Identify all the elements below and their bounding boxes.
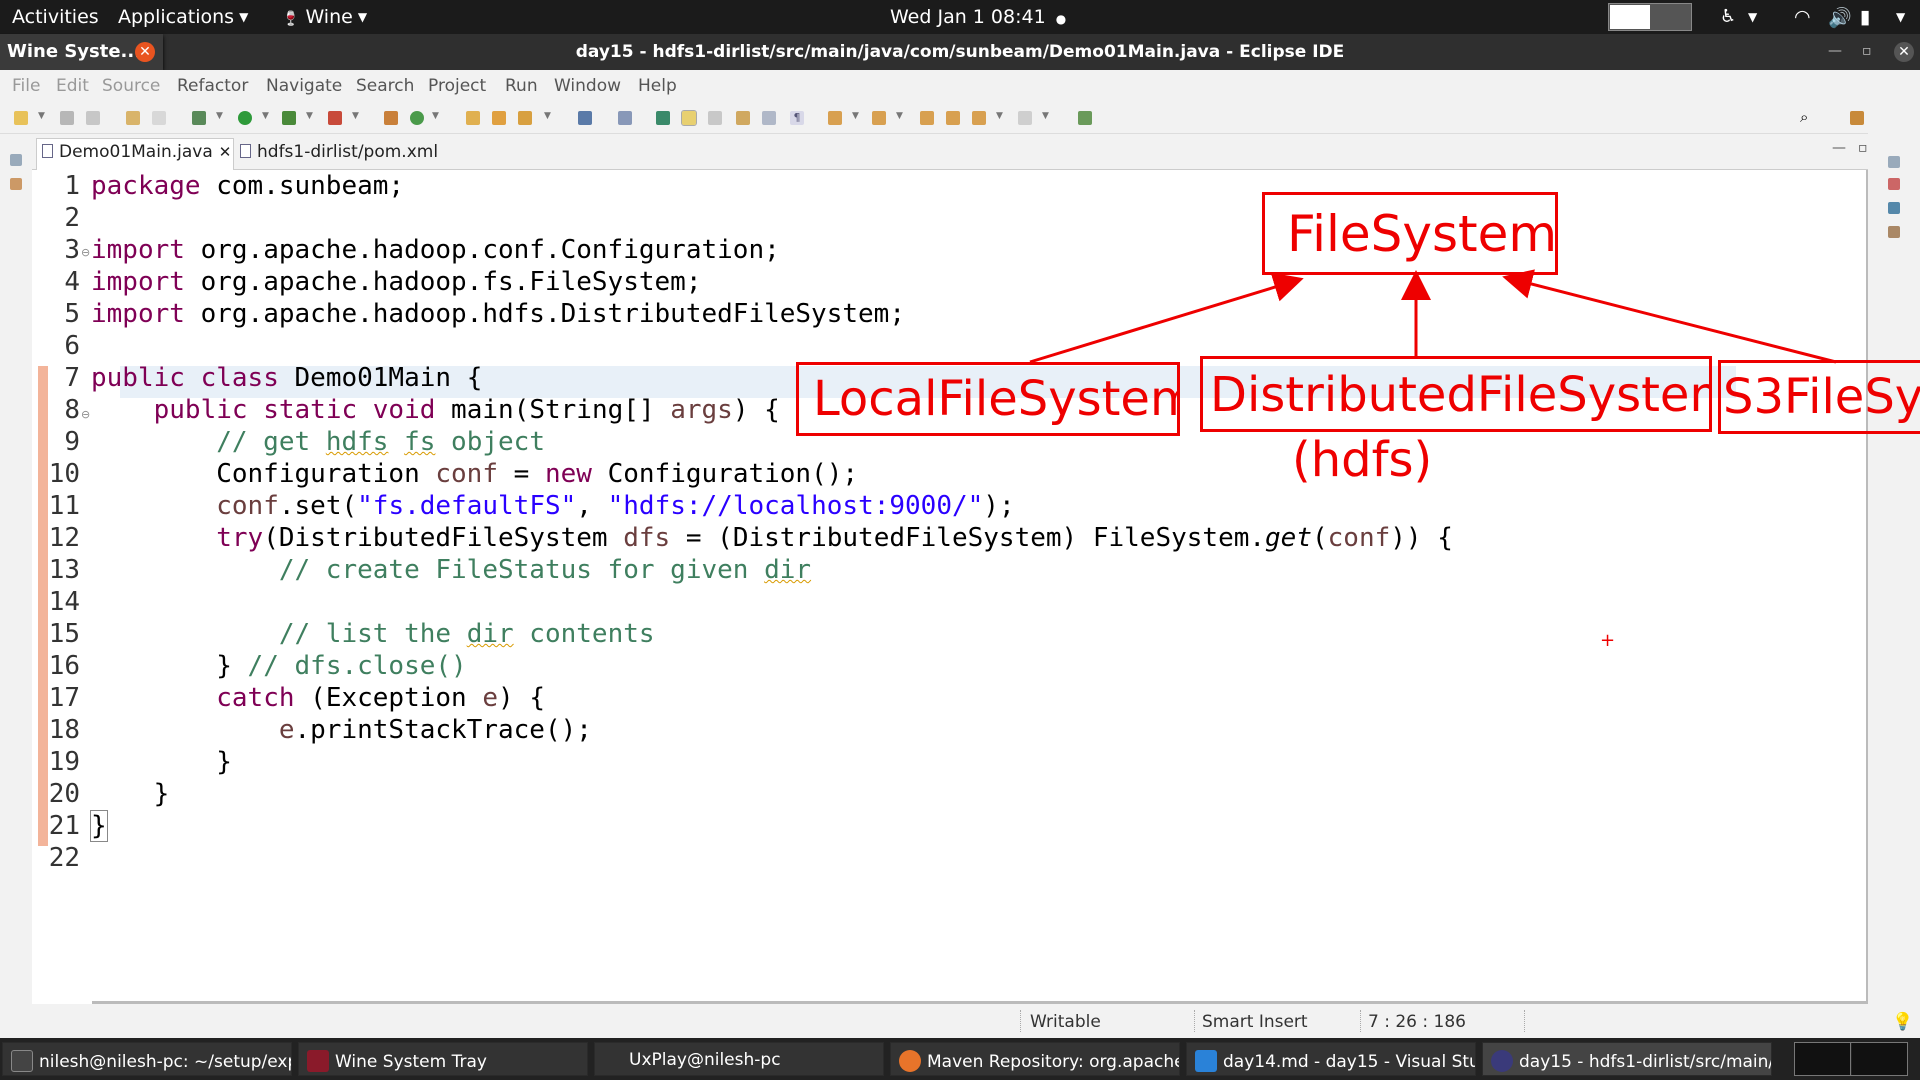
- arrow-s3-to-filesystem: [1502, 269, 1837, 364]
- task-eclipse[interactable]: day15 - hdfs1-dirlist/src/main/ja...: [1482, 1042, 1772, 1076]
- local-filesystem-box: LocalFileSystem: [796, 362, 1180, 436]
- task-terminal-label: nilesh@nilesh-pc: ~/setup/expl...: [39, 1052, 292, 1072]
- task-eclipse-label: day15 - hdfs1-dirlist/src/main/ja...: [1519, 1052, 1771, 1072]
- task-vscode-label: day14.md - day15 - Visual Studi...: [1223, 1052, 1475, 1072]
- status-separator: [1020, 1010, 1021, 1032]
- status-bar: Writable Smart Insert 7 : 26 : 186 💡: [0, 1004, 1920, 1038]
- vscode-icon: [1195, 1050, 1217, 1072]
- workspace-1[interactable]: [1795, 1043, 1851, 1075]
- task-firefox[interactable]: Maven Repository: org.apache....: [890, 1042, 1180, 1076]
- firefox-icon: [899, 1050, 921, 1072]
- status-separator: [1360, 1010, 1361, 1032]
- filesystem-label: FileSystem: [1287, 205, 1558, 263]
- terminal-icon: [11, 1050, 33, 1072]
- distributed-filesystem-box: DistributedFileSystem: [1200, 356, 1712, 432]
- filesystem-label-box: FileSystem: [1262, 192, 1558, 275]
- distributed-filesystem-label: DistributedFileSystem: [1210, 367, 1712, 423]
- status-insert-mode[interactable]: Smart Insert: [1202, 1012, 1308, 1032]
- wine-glass-icon: [307, 1050, 329, 1072]
- status-cursor-position: 7 : 26 : 186: [1368, 1012, 1466, 1032]
- lightbulb-icon[interactable]: 💡: [1892, 1012, 1913, 1032]
- arrow-local-to-filesystem: [1029, 272, 1304, 364]
- workspace-2[interactable]: [1852, 1043, 1907, 1075]
- status-separator: [1524, 1010, 1525, 1032]
- taskbar: nilesh@nilesh-pc: ~/setup/expl... Wine S…: [0, 1038, 1920, 1080]
- status-separator: [1194, 1010, 1195, 1032]
- task-wine-label: Wine System Tray: [335, 1052, 487, 1072]
- task-uxplay[interactable]: UxPlay@nilesh-pc: [594, 1042, 884, 1076]
- local-filesystem-label: LocalFileSystem: [813, 371, 1180, 427]
- s3-filesystem-label: S3FileSystem: [1723, 369, 1920, 425]
- task-uxplay-label: UxPlay@nilesh-pc: [629, 1050, 781, 1070]
- s3-filesystem-box: S3FileSystem: [1718, 360, 1920, 434]
- annotation-arrows: [1029, 269, 1837, 364]
- hdfs-note: (hdfs): [1292, 432, 1433, 488]
- status-writable: Writable: [1030, 1012, 1101, 1032]
- workspace-pager[interactable]: [1794, 1042, 1908, 1076]
- task-vscode[interactable]: day14.md - day15 - Visual Studi...: [1186, 1042, 1476, 1076]
- task-firefox-label: Maven Repository: org.apache....: [927, 1052, 1180, 1072]
- task-terminal[interactable]: nilesh@nilesh-pc: ~/setup/expl...: [2, 1042, 292, 1076]
- task-wine-tray[interactable]: Wine System Tray: [298, 1042, 588, 1076]
- eclipse-icon: [1491, 1050, 1513, 1072]
